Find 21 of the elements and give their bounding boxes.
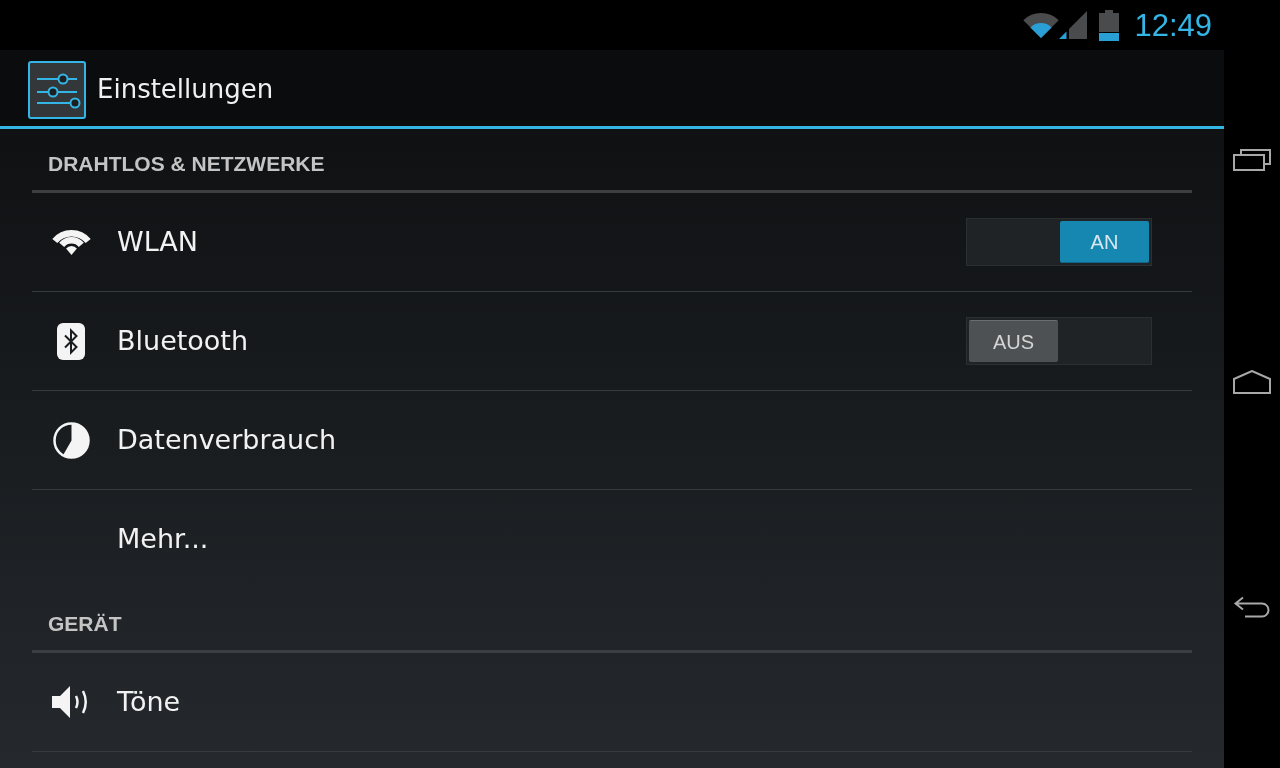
battery-icon [1099,9,1120,41]
setting-label[interactable]: WLAN [117,225,199,259]
setting-label[interactable]: Töne [117,685,181,719]
clock-time: 12:49 [1134,9,1212,41]
section-header: DRAHTLOS & NETZWERKE [48,150,325,177]
bluetooth-icon [57,322,85,360]
back-icon[interactable] [1233,596,1271,618]
setting-label[interactable]: Mehr... [117,522,209,556]
setting-label[interactable]: Bluetooth [117,324,249,358]
cell-signal-icon [1059,11,1088,39]
recent-apps-icon[interactable] [1233,149,1271,171]
toggle-switch[interactable]: AUS [966,317,1152,365]
pie-chart-icon [52,421,90,459]
section-header: GERÄT [48,610,122,637]
sliders-icon [28,60,86,119]
wifi-signal-icon [1023,11,1060,39]
switch-thumb[interactable]: AUS [969,320,1058,362]
setting-label[interactable]: Datenverbrauch [117,423,337,457]
home-icon[interactable] [1233,370,1271,394]
app-title: Einstellungen [97,73,274,106]
wifi-icon [51,229,91,255]
